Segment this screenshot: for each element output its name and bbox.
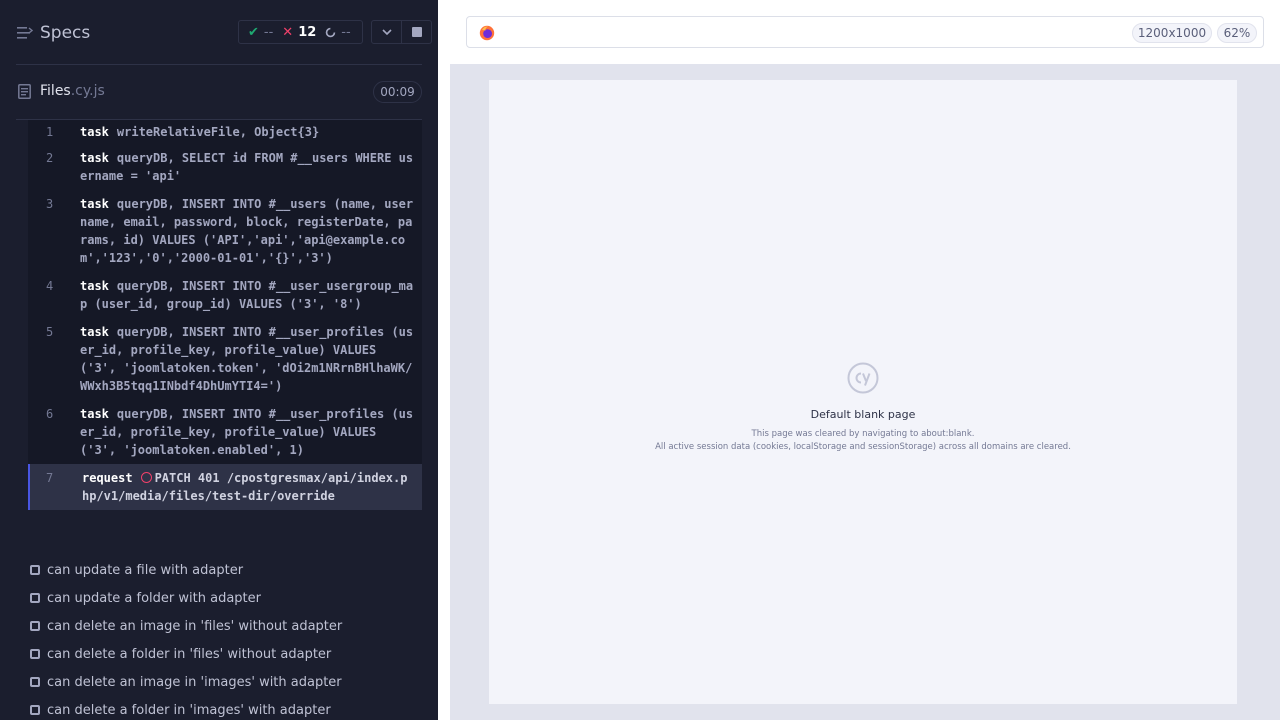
spec-duration: 00:09 — [373, 81, 422, 103]
command-name: request — [82, 471, 133, 485]
zoom-level-badge[interactable]: 62% — [1217, 23, 1257, 43]
command-name: task — [80, 197, 109, 211]
command-row[interactable]: 2 task queryDB, SELECT id FROM #__users W… — [28, 144, 422, 190]
collapse-button[interactable] — [372, 21, 401, 43]
blank-page-line2: All active session data (cookies, localS… — [655, 442, 1071, 452]
specs-title[interactable]: Specs — [40, 23, 90, 43]
document-icon — [18, 84, 31, 99]
test-item[interactable]: can delete a folder in 'images' with ada… — [28, 696, 422, 720]
passed-stat: ✔ -- — [248, 25, 273, 40]
test-title: can delete an image in 'images' with ada… — [47, 674, 342, 690]
stop-icon — [411, 27, 422, 37]
command-name: task — [80, 279, 109, 293]
reporter-panel: Specs ✔ -- ✕ 12 -- Files.cy.js 00:09 1 t… — [0, 0, 438, 720]
pending-count: -- — [341, 24, 351, 40]
command-number: 7 — [46, 471, 54, 485]
failed-stat: ✕ 12 — [282, 25, 316, 40]
command-name: task — [80, 325, 109, 339]
url-bar[interactable]: 1200x1000 62% — [466, 16, 1264, 48]
command-number: 3 — [46, 197, 54, 211]
cypress-logo-icon — [847, 362, 879, 394]
stop-button[interactable] — [401, 21, 431, 43]
x-icon: ✕ — [282, 24, 294, 40]
viewport-size-badge[interactable]: 1200x1000 — [1132, 23, 1212, 43]
command-name: task — [80, 125, 109, 139]
specs-menu-icon[interactable] — [17, 26, 33, 40]
test-pending-icon — [30, 621, 40, 631]
command-number: 4 — [46, 279, 54, 293]
passed-count: -- — [263, 24, 274, 40]
reporter-header: Specs ✔ -- ✕ 12 -- — [0, 0, 438, 64]
test-list: can update a file with adapter can updat… — [28, 556, 422, 720]
command-log: 1 task writeRelativeFile, Object{3} 2 tas… — [28, 120, 422, 510]
test-pending-icon — [30, 649, 40, 659]
failed-count: 12 — [298, 24, 317, 40]
test-title: can update a file with adapter — [47, 562, 244, 578]
command-row[interactable]: 3 task queryDB, INSERT INTO #__users (nam… — [28, 190, 422, 272]
spec-filename[interactable]: Files.cy.js — [40, 83, 105, 99]
test-title: can delete a folder in 'images' with ada… — [47, 702, 331, 718]
spec-filename-ext: .cy.js — [70, 83, 105, 99]
test-title: can delete a folder in 'files' without a… — [47, 646, 332, 662]
command-row-active[interactable]: 7 request PATCH 401 /cpostgresmax/api/ind… — [28, 464, 422, 510]
run-controls — [371, 20, 432, 44]
command-number: 5 — [46, 325, 54, 339]
test-item[interactable]: can delete an image in 'images' with ada… — [28, 668, 422, 696]
blank-page-line1: This page was cleared by navigating to a… — [751, 429, 975, 439]
check-icon: ✔ — [248, 24, 259, 40]
command-message: writeRelativeFile, Object{3} — [116, 125, 320, 139]
test-title: can update a folder with adapter — [47, 590, 261, 606]
test-item[interactable]: can delete a folder in 'files' without a… — [28, 640, 422, 668]
command-message: queryDB, INSERT INTO #__user_usergroup_m… — [80, 279, 414, 311]
command-number: 1 — [46, 125, 54, 139]
test-item[interactable]: can update a file with adapter — [28, 556, 422, 584]
test-pending-icon — [30, 565, 40, 575]
command-message: queryDB, INSERT INTO #__users (name, use… — [80, 197, 414, 265]
test-title: can delete an image in 'files' without a… — [47, 618, 343, 634]
pending-stat: -- — [325, 24, 351, 40]
test-item[interactable]: can update a folder with adapter — [28, 584, 422, 612]
command-message: queryDB, INSERT INTO #__user_profiles (u… — [80, 325, 414, 393]
command-name: task — [80, 151, 109, 165]
test-pending-icon — [30, 677, 40, 687]
reporter-scrollbar-thumb[interactable] — [438, 64, 450, 720]
command-message: queryDB, SELECT id FROM #__users WHERE u… — [80, 151, 414, 183]
pending-spinner-icon — [326, 27, 336, 37]
command-row[interactable]: 5 task queryDB, INSERT INTO #__user_profi… — [28, 318, 422, 400]
aut-viewport: Default blank page This page was cleared… — [489, 80, 1237, 704]
aut-header: 1200x1000 62% — [450, 0, 1280, 64]
spec-file-row: Files.cy.js 00:09 — [0, 65, 438, 119]
firefox-icon — [479, 25, 495, 41]
test-pending-icon — [30, 593, 40, 603]
command-row[interactable]: 1 task writeRelativeFile, Object{3} — [28, 120, 422, 144]
command-row[interactable]: 6 task queryDB, INSERT INTO #__user_profi… — [28, 400, 422, 464]
aut-frame: Default blank page This page was cleared… — [450, 64, 1280, 720]
command-number: 6 — [46, 407, 54, 421]
request-pending-icon — [140, 472, 152, 483]
blank-page-description: This page was cleared by navigating to a… — [489, 428, 1237, 454]
command-number: 2 — [46, 151, 54, 165]
test-pending-icon — [30, 705, 40, 715]
command-message: queryDB, INSERT INTO #__user_profiles (u… — [80, 407, 414, 457]
chevron-down-icon — [382, 29, 392, 35]
blank-page-title: Default blank page — [810, 408, 916, 421]
blank-page-message: Default blank page This page was cleared… — [489, 362, 1237, 454]
test-item[interactable]: can delete an image in 'files' without a… — [28, 612, 422, 640]
test-stats: ✔ -- ✕ 12 -- — [238, 20, 363, 44]
reporter-scrollbar[interactable] — [438, 0, 450, 720]
command-name: task — [80, 407, 109, 421]
command-row[interactable]: 4 task queryDB, INSERT INTO #__user_userg… — [28, 272, 422, 318]
spec-filename-base: Files — [40, 83, 71, 99]
